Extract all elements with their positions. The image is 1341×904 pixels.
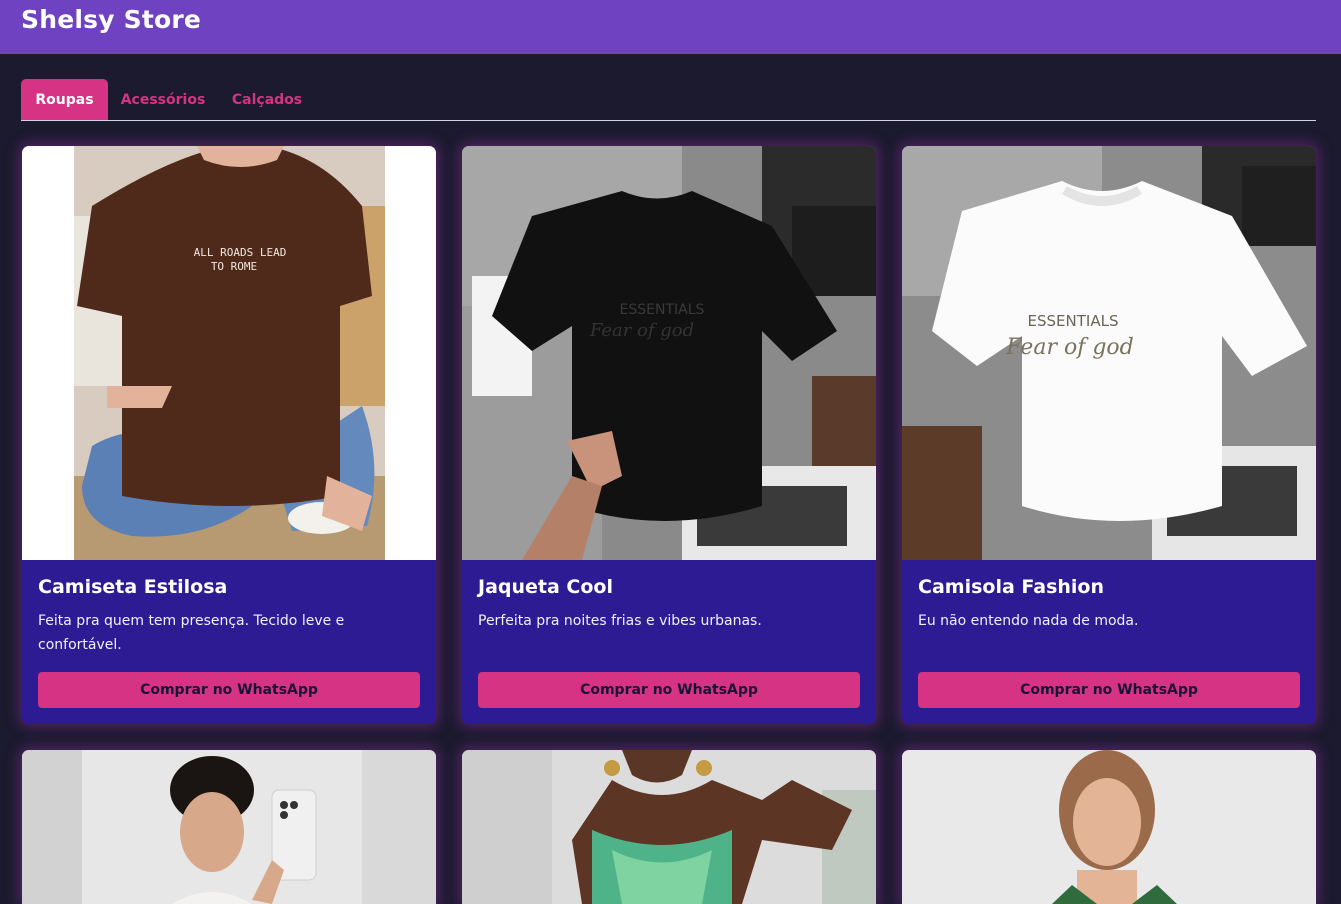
- product-title: Camisola Fashion: [918, 576, 1105, 598]
- product-title: Camiseta Estilosa: [38, 576, 228, 598]
- top-navbar: Shelsy Store: [0, 0, 1341, 54]
- product-description: Feita pra quem tem presença. Tecido leve…: [38, 613, 345, 653]
- tab-roupas[interactable]: Roupas: [21, 79, 108, 120]
- product-card: [902, 750, 1316, 904]
- product-image: [22, 750, 436, 904]
- product-card: ESSENTIALS Fear of god Jaqueta Cool Perf…: [462, 146, 876, 724]
- shirt-print-line2: Fear of god: [1005, 335, 1134, 360]
- product-image: ESSENTIALS Fear of god: [462, 146, 876, 560]
- product-card: ESSENTIALS Fear of god Camisola Fashion …: [902, 146, 1316, 724]
- shirt-print-line1: ESSENTIALS: [1028, 312, 1119, 330]
- tab-calcados[interactable]: Calçados: [219, 79, 315, 120]
- buy-whatsapp-button[interactable]: Comprar no WhatsApp: [918, 672, 1300, 708]
- product-description: Eu não entendo nada de moda.: [918, 613, 1139, 629]
- product-title: Jaqueta Cool: [478, 576, 613, 598]
- product-image: [462, 750, 876, 904]
- shirt-print-line1: ALL ROADS LEAD: [194, 246, 287, 259]
- product-card: ALL ROADS LEAD TO ROME Camiseta Estilosa…: [22, 146, 436, 724]
- product-image: [902, 750, 1316, 904]
- product-image: ALL ROADS LEAD TO ROME: [22, 146, 436, 560]
- buy-whatsapp-button[interactable]: Comprar no WhatsApp: [38, 672, 420, 708]
- shirt-print-line2: Fear of god: [589, 320, 694, 341]
- product-image: ESSENTIALS Fear of god: [902, 146, 1316, 560]
- shirt-print-line1: ESSENTIALS: [620, 302, 705, 318]
- tab-acessorios[interactable]: Acessórios: [110, 79, 216, 120]
- shirt-print-line2: TO ROME: [211, 260, 257, 273]
- product-card: [22, 750, 436, 904]
- product-card: [462, 750, 876, 904]
- product-description: Perfeita pra noites frias e vibes urbana…: [478, 613, 762, 629]
- category-tabs: Roupas Acessórios Calçados: [21, 79, 1316, 121]
- store-brand[interactable]: Shelsy Store: [21, 5, 201, 34]
- buy-whatsapp-button[interactable]: Comprar no WhatsApp: [478, 672, 860, 708]
